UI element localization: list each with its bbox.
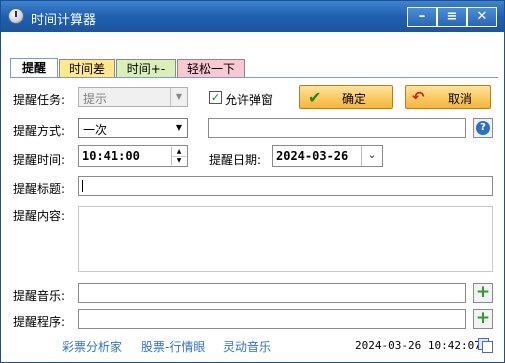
spin-up-icon[interactable]: ▲: [172, 147, 186, 157]
app-window: 时间计算器 – ≡ ✕ 提醒 时间差 时间+- 轻松一下 提醒任务: 提示 ▼ …: [0, 0, 505, 363]
ok-label: 确定: [342, 92, 367, 106]
mode-select-value: 一次: [83, 123, 108, 137]
music-label: 提醒音乐:: [13, 289, 66, 303]
tab-relax[interactable]: 轻松一下: [177, 59, 245, 78]
tab-divider: [10, 77, 498, 78]
task-select[interactable]: 提示 ▼: [78, 87, 188, 107]
ok-button[interactable]: ✔ 确定: [299, 85, 393, 109]
cancel-button[interactable]: ↶ 取消: [405, 85, 491, 109]
time-label: 提醒时间:: [13, 153, 66, 167]
text-cursor: [82, 180, 83, 192]
link-music[interactable]: 灵动音乐: [223, 338, 271, 355]
link-lottery[interactable]: 彩票分析家: [62, 338, 122, 355]
time-value: 10:41:00: [82, 149, 140, 163]
add-program-button[interactable]: +: [473, 309, 493, 329]
chevron-down-icon: ▼: [175, 123, 183, 132]
window-title: 时间计算器: [31, 13, 97, 28]
minimize-button[interactable]: –: [407, 7, 437, 27]
copy-icon[interactable]: [478, 338, 493, 353]
time-spinner[interactable]: ▲ ▼: [171, 147, 186, 165]
help-icon: ?: [476, 121, 490, 135]
date-picker[interactable]: 2024-03-26 ⌄: [272, 145, 383, 167]
add-music-button[interactable]: +: [473, 283, 493, 303]
link-stocks[interactable]: 股票-行情眼: [141, 338, 205, 355]
mode-detail-input[interactable]: [208, 118, 466, 138]
title-label: 提醒标题:: [13, 182, 66, 196]
menu-button[interactable]: ≡: [437, 7, 467, 27]
chevron-down-icon: ▼: [170, 88, 187, 106]
help-button[interactable]: ?: [473, 118, 493, 138]
task-select-value: 提示: [83, 92, 108, 106]
chevron-down-icon[interactable]: ⌄: [361, 146, 382, 166]
date-label: 提醒日期:: [209, 153, 262, 167]
spin-down-icon[interactable]: ▼: [172, 157, 186, 165]
program-input[interactable]: [78, 309, 466, 329]
close-button[interactable]: ✕: [467, 7, 497, 27]
tab-time-diff[interactable]: 时间差: [59, 59, 115, 78]
allow-popup-checkbox[interactable]: ✓: [209, 91, 222, 104]
content-textarea[interactable]: [78, 206, 493, 272]
cancel-label: 取消: [448, 92, 473, 106]
mode-select[interactable]: 一次 ▼: [78, 118, 188, 138]
music-input[interactable]: [78, 283, 466, 303]
program-label: 提醒程序:: [13, 315, 66, 329]
allow-popup-label: 允许弹窗: [225, 93, 274, 107]
date-value: 2024-03-26: [276, 149, 349, 163]
undo-icon: ↶: [412, 88, 425, 106]
tab-reminder[interactable]: 提醒: [10, 58, 58, 78]
tab-time-add[interactable]: 时间+-: [116, 59, 176, 78]
task-label: 提醒任务:: [13, 93, 66, 107]
mode-label: 提醒方式:: [13, 124, 66, 138]
title-bar: 时间计算器 – ≡ ✕: [1, 1, 504, 32]
content-label: 提醒内容:: [13, 209, 66, 223]
clock-display: 2024-03-26 10:42:07: [355, 339, 481, 352]
checkmark-icon: ✔: [308, 88, 322, 107]
time-input[interactable]: 10:41:00 ▲ ▼: [78, 145, 188, 167]
title-input[interactable]: [78, 176, 493, 196]
clock-icon: [8, 8, 24, 24]
